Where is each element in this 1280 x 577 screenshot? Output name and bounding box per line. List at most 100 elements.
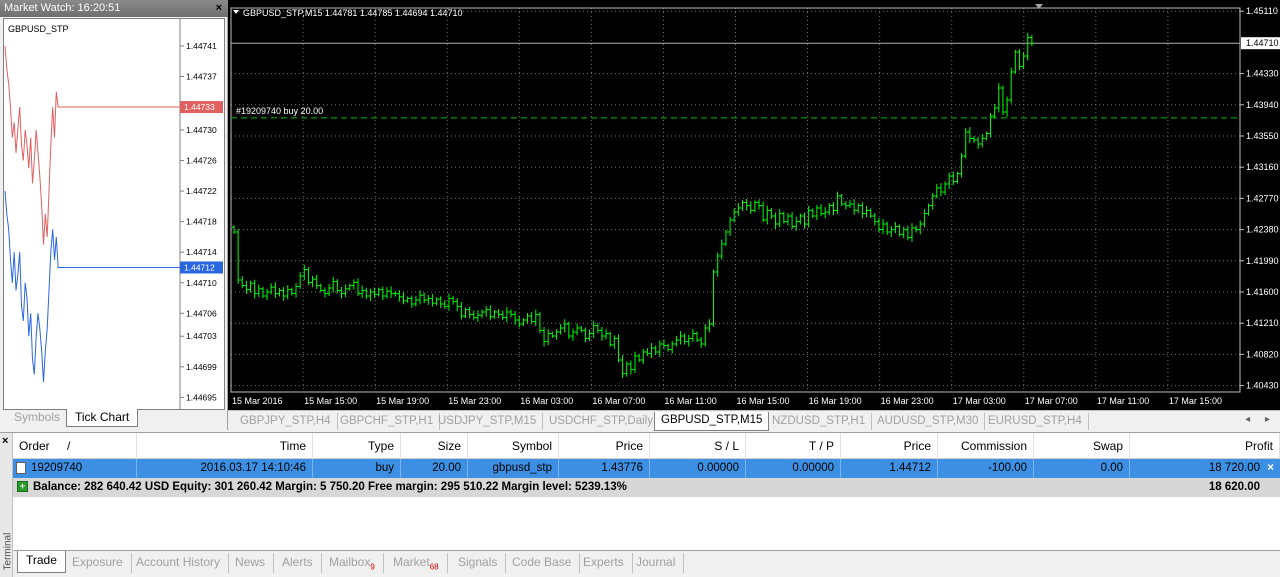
ohlc-bar (909, 223, 914, 242)
tick-chart[interactable]: 1.44741 1.44737 1.44730 1.44726 1.44722 1.447… (3, 18, 225, 410)
order-commission: -100.00 (938, 459, 1034, 478)
ohlc-bar (715, 252, 720, 277)
tab-chart-usdchf[interactable]: USDCHF_STP,Daily (543, 413, 660, 430)
close-order-icon[interactable]: × (1267, 459, 1274, 478)
tab-mailbox[interactable]: Mailbox9 (321, 553, 384, 573)
ohlc-bar (368, 288, 373, 301)
ohlc-bar (901, 226, 906, 239)
ohlc-bar (248, 280, 253, 293)
price-chart[interactable]: 1.45110 1.44330 1.43940 1.43550 1.43160 1.427… (228, 0, 1280, 410)
tab-chart-nzdusd[interactable]: NZDUSD_STP,H1 (766, 413, 873, 430)
tab-signals[interactable]: Signals (450, 553, 507, 573)
balance-profit: 18 620.00 (1208, 481, 1260, 493)
ohlc-bar (339, 286, 344, 299)
ohlc-bar (612, 335, 617, 349)
ohlc-bar (310, 275, 315, 288)
ohlc-bar (835, 191, 840, 214)
order-sl[interactable]: 0.00000 (650, 459, 746, 478)
ohlc-bar (294, 283, 299, 298)
col-symbol[interactable]: Symbol (468, 433, 559, 459)
ohlc-bar (475, 310, 480, 322)
order-tp[interactable]: 0.00000 (746, 459, 841, 478)
col-type[interactable]: Type (313, 433, 401, 459)
table-row[interactable]: 19209740 2016.03.17 14:10:46 buy 20.00 g… (13, 459, 1280, 478)
ohlc-bar (690, 329, 695, 342)
ohlc-bar (389, 286, 394, 298)
ohlc-bar (719, 239, 724, 260)
ohlc-bar (637, 354, 642, 362)
ohlc-bar (570, 328, 575, 341)
ohlc-bar (744, 198, 749, 211)
ohlc-bar (438, 296, 443, 308)
y-tick-label: 1.44722 (186, 186, 217, 196)
tab-news[interactable]: News (227, 553, 275, 573)
ohlc-bar (988, 113, 993, 138)
tab-exposure[interactable]: Exposure (64, 553, 132, 573)
ohlc-bar (240, 276, 245, 289)
ohlc-bar (281, 286, 286, 301)
y-tick-label: 1.44710 (186, 278, 217, 288)
tab-account-history[interactable]: Account History (128, 553, 230, 573)
ohlc-bar (736, 203, 741, 217)
col-tp[interactable]: T / P (746, 433, 841, 459)
col-price[interactable]: Price (559, 433, 650, 459)
ohlc-bar (963, 128, 968, 159)
ohlc-bar (318, 283, 323, 293)
tab-chart-eurusd[interactable]: EURUSD_STP,H4 (982, 413, 1089, 430)
ohlc-bar (914, 225, 919, 233)
ohlc-bar (595, 323, 600, 334)
col-size[interactable]: Size (401, 433, 468, 459)
ohlc-bar (471, 310, 476, 321)
ohlc-bar (347, 283, 352, 291)
ohlc-bar (265, 289, 270, 300)
tab-alerts[interactable]: Alerts (274, 553, 322, 573)
x-tick-label: 17 Mar 15:00 (1169, 396, 1222, 406)
tab-chart-gbpchf[interactable]: GBPCHF_STP,H1 (334, 413, 441, 430)
ohlc-bar (686, 334, 691, 347)
tab-experts[interactable]: Experts (575, 553, 633, 573)
col-profit[interactable]: Profit (1130, 433, 1280, 459)
terminal-panel: × Terminal Order / Time Type Size Symbol… (0, 432, 1280, 577)
tab-chart-gbpjpy[interactable]: GBPJPY_STP,H4 (234, 413, 338, 430)
tab-code-base[interactable]: Code Base (504, 553, 581, 573)
col-current-price[interactable]: Price (841, 433, 938, 459)
tab-symbols[interactable]: Symbols (6, 409, 68, 427)
ohlc-bar (546, 329, 551, 346)
tab-tick-chart[interactable]: Tick Chart (66, 409, 139, 427)
ohlc-bar (542, 326, 547, 347)
ohlc-bar (628, 360, 633, 375)
ohlc-bar (794, 216, 799, 231)
col-order[interactable]: Order / (13, 433, 137, 459)
tab-market-label: Market (393, 555, 430, 569)
ohlc-bar (430, 294, 435, 307)
close-icon[interactable]: × (2, 435, 8, 447)
ohlc-bar (943, 181, 948, 195)
ohlc-bar (645, 348, 650, 357)
ohlc-bar (971, 135, 976, 143)
tab-trade[interactable]: Trade (17, 551, 66, 573)
close-icon[interactable]: × (216, 0, 222, 17)
col-time[interactable]: Time (137, 433, 313, 459)
ohlc-bar (670, 341, 675, 354)
chevron-down-icon (233, 10, 239, 14)
y-tick-label: 1.44695 (186, 392, 217, 402)
ohlc-bar (364, 287, 369, 299)
tab-chart-audusd[interactable]: AUDUSD_STP,M30 (871, 413, 986, 430)
tab-market[interactable]: Market68 (385, 553, 448, 573)
tab-scroll-arrows[interactable]: ◂ ▸ (1245, 414, 1276, 425)
col-sl[interactable]: S / L (650, 433, 746, 459)
ohlc-bar (723, 230, 728, 246)
ohlc-bar (695, 331, 700, 342)
x-tick-label: 16 Mar 07:00 (592, 396, 645, 406)
table-header: Order / Time Type Size Symbol Price S / … (13, 433, 1280, 459)
ohlc-bar (376, 287, 381, 297)
col-swap[interactable]: Swap (1034, 433, 1130, 459)
col-commission[interactable]: Commission (938, 433, 1034, 459)
tab-chart-usdjpy[interactable]: USDJPY_STP,M15 (432, 413, 544, 430)
ohlc-bar (748, 201, 753, 214)
chart-tabs-bar: GBPJPY_STP,H4 GBPCHF_STP,H1 USDJPY_STP,M… (228, 410, 1280, 431)
tab-journal[interactable]: Journal (628, 553, 685, 573)
ohlc-bar (455, 298, 460, 312)
ohlc-bar (413, 296, 418, 307)
tab-chart-gbpusd[interactable]: GBPUSD_STP,M15 (654, 412, 770, 431)
